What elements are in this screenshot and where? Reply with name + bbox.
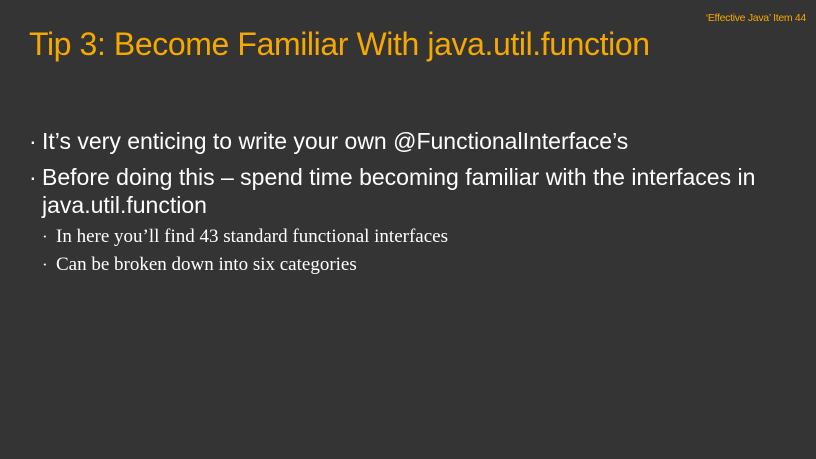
bullet-item: · Before doing this – spend time becomin…	[29, 163, 799, 279]
bullet-item: · It’s very enticing to write your own @…	[29, 127, 799, 155]
bullet-text: Before doing this – spend time becoming …	[42, 164, 756, 218]
sub-bullet-text: In here you’ll find 43 standard function…	[56, 226, 448, 247]
sub-bullet-item: · Can be broken down into six categories	[42, 251, 799, 279]
sub-bullet-text: Can be broken down into six categories	[56, 254, 357, 275]
bullet-list: · It’s very enticing to write your own @…	[29, 127, 799, 287]
sub-bullet-list: · In here you’ll find 43 standard functi…	[42, 223, 799, 279]
bullet-text: It’s very enticing to write your own @Fu…	[42, 128, 629, 154]
book-reference: ‘Effective Java’ Item 44	[705, 12, 806, 24]
slide-title: Tip 3: Become Familiar With java.util.fu…	[29, 26, 650, 62]
sub-bullet-item: · In here you’ll find 43 standard functi…	[42, 223, 799, 251]
bullet-dot-icon: ·	[29, 128, 37, 154]
sub-bullet-dot-icon: ·	[42, 227, 48, 246]
slide: ‘Effective Java’ Item 44 Tip 3: Become F…	[0, 0, 816, 459]
bullet-dot-icon: ·	[29, 164, 37, 190]
sub-bullet-dot-icon: ·	[42, 255, 48, 274]
